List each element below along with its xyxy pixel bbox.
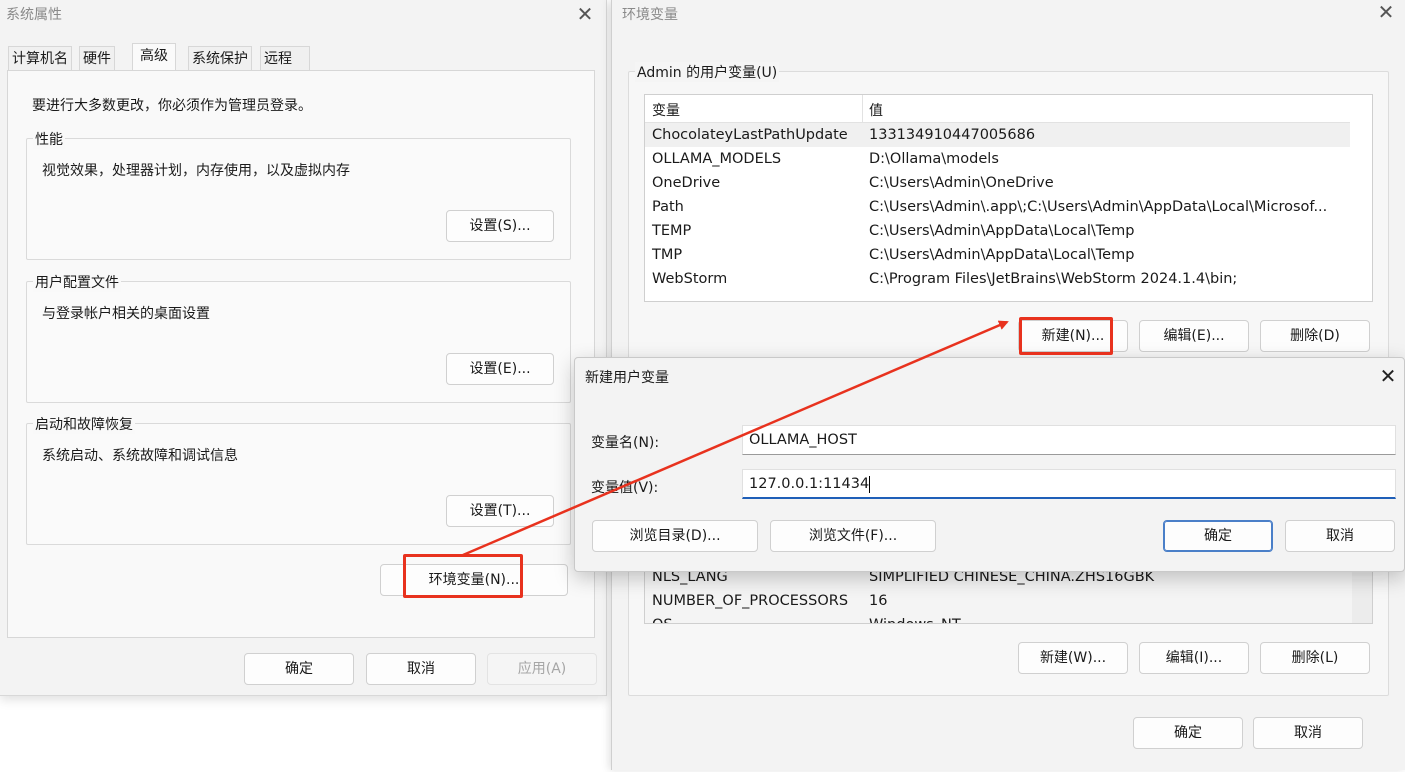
window-title: 环境变量 — [622, 7, 678, 23]
variable-name-label: 变量名(N): — [591, 435, 660, 451]
cancel-button[interactable]: 取消 — [1253, 717, 1363, 749]
startup-recovery-label: 启动和故障恢复 — [33, 414, 135, 434]
user-edit-button[interactable]: 编辑(E)... — [1139, 320, 1249, 352]
titlebar: 系统属性 ✕ — [0, 0, 606, 30]
tab-remote[interactable]: 远程 — [260, 46, 310, 70]
browse-directory-button[interactable]: 浏览目录(D)... — [592, 520, 758, 552]
tab-panel: 要进行大多数更改，你必须作为管理员登录。 视觉效果，处理器计划，内存使用，以及虚… — [7, 70, 595, 638]
tab-system-protection[interactable]: 系统保护 — [188, 46, 252, 70]
cancel-button[interactable]: 取消 — [366, 653, 476, 685]
user-profiles-label: 用户配置文件 — [33, 272, 121, 292]
table-row[interactable]: OLLAMA_MODELS D:\Ollama\models — [645, 147, 1372, 171]
apply-button[interactable]: 应用(A) — [487, 653, 597, 685]
startup-recovery-desc: 系统启动、系统故障和调试信息 — [42, 448, 238, 464]
startup-recovery-group: 系统启动、系统故障和调试信息 设置(T)... — [26, 423, 571, 545]
var-value: C:\Users\Admin\OneDrive — [869, 175, 1054, 191]
user-profiles-group: 与登录帐户相关的桌面设置 设置(E)... — [26, 281, 571, 403]
column-header-name[interactable]: 变量 — [652, 100, 680, 120]
system-delete-button[interactable]: 删除(L) — [1260, 642, 1370, 674]
var-name: OLLAMA_MODELS — [652, 151, 782, 167]
tab-advanced[interactable]: 高级 — [132, 43, 176, 71]
variable-name-field[interactable]: OLLAMA_HOST — [742, 425, 1396, 455]
performance-label: 性能 — [33, 129, 65, 149]
var-name: TEMP — [652, 223, 692, 239]
var-value: C:\Users\Admin\AppData\Local\Temp — [869, 223, 1135, 239]
var-value: Windows_NT — [869, 613, 1368, 623]
variable-value-text: 127.0.0.1:11434 — [749, 476, 870, 492]
user-variables-list[interactable]: 变量 值 ChocolateyLastPathUpdate 1331349104… — [644, 94, 1373, 302]
var-value: C:\Users\Admin\.app\;C:\Users\Admin\AppD… — [869, 199, 1328, 215]
ok-button[interactable]: 确定 — [244, 653, 354, 685]
system-new-button[interactable]: 新建(W)... — [1018, 642, 1128, 674]
var-name: OS — [652, 613, 673, 623]
var-name: OneDrive — [652, 175, 721, 191]
var-name: WebStorm — [652, 271, 728, 287]
close-icon[interactable]: ✕ — [1377, 2, 1395, 22]
user-delete-button[interactable]: 删除(D) — [1260, 320, 1370, 352]
ok-button[interactable]: 确定 — [1163, 520, 1273, 552]
list-header: 变量 值 — [645, 95, 1350, 123]
variable-value-label: 变量值(V): — [591, 480, 659, 496]
table-row[interactable]: WebStorm C:\Program Files\JetBrains\WebS… — [645, 267, 1372, 291]
highlight-new-button — [1019, 317, 1113, 355]
table-row[interactable]: OS Windows_NT — [645, 613, 1372, 623]
titlebar: 环境变量 ✕ — [612, 0, 1405, 30]
text-cursor — [869, 475, 871, 493]
var-value: C:\Users\Admin\AppData\Local\Temp — [869, 247, 1135, 263]
var-value: 133134910447005686 — [869, 127, 1036, 143]
var-name: ChocolateyLastPathUpdate — [652, 127, 848, 143]
dialog-title: 新建用户变量 — [585, 370, 669, 386]
column-divider — [862, 95, 863, 122]
tab-computer-name[interactable]: 计算机名 — [8, 46, 72, 70]
table-row[interactable]: NUMBER_OF_PROCESSORS 16 — [645, 589, 1372, 613]
var-value: 16 — [869, 593, 888, 609]
close-icon[interactable]: ✕ — [576, 4, 594, 24]
system-edit-button[interactable]: 编辑(I)... — [1139, 642, 1249, 674]
var-value: C:\Program Files\JetBrains\WebStorm 2024… — [869, 271, 1238, 287]
table-row[interactable]: Path C:\Users\Admin\.app\;C:\Users\Admin… — [645, 195, 1372, 219]
admin-note: 要进行大多数更改，你必须作为管理员登录。 — [32, 98, 312, 114]
performance-group: 视觉效果，处理器计划，内存使用，以及虚拟内存 设置(S)... — [26, 138, 571, 260]
table-row[interactable]: TMP C:\Users\Admin\AppData\Local\Temp — [645, 243, 1372, 267]
var-name: NUMBER_OF_PROCESSORS — [652, 593, 849, 609]
new-user-variable-dialog: 新建用户变量 ✕ 变量名(N): OLLAMA_HOST 变量值(V): 127… — [574, 357, 1405, 572]
table-row[interactable]: ChocolateyLastPathUpdate 133134910447005… — [645, 123, 1350, 147]
highlight-env-vars-button — [403, 554, 523, 598]
startup-recovery-settings-button[interactable]: 设置(T)... — [446, 495, 554, 527]
browse-file-button[interactable]: 浏览文件(F)... — [770, 520, 936, 552]
table-row[interactable]: OneDrive C:\Users\Admin\OneDrive — [645, 171, 1372, 195]
tab-hardware[interactable]: 硬件 — [79, 46, 115, 70]
table-row[interactable]: TEMP C:\Users\Admin\AppData\Local\Temp — [645, 219, 1372, 243]
ok-button[interactable]: 确定 — [1133, 717, 1243, 749]
cancel-button[interactable]: 取消 — [1285, 520, 1395, 552]
performance-desc: 视觉效果，处理器计划，内存使用，以及虚拟内存 — [42, 163, 350, 179]
user-profiles-desc: 与登录帐户相关的桌面设置 — [42, 306, 210, 322]
column-header-value[interactable]: 值 — [869, 100, 883, 120]
variable-value-field[interactable]: 127.0.0.1:11434 — [742, 469, 1396, 499]
close-icon[interactable]: ✕ — [1379, 366, 1397, 386]
window-title: 系统属性 — [6, 7, 62, 23]
var-name: TMP — [652, 247, 683, 263]
user-profiles-settings-button[interactable]: 设置(E)... — [446, 353, 554, 385]
var-name: Path — [652, 199, 684, 215]
var-value: D:\Ollama\models — [869, 151, 999, 167]
performance-settings-button[interactable]: 设置(S)... — [446, 210, 554, 242]
user-variables-label: Admin 的用户变量(U) — [635, 62, 780, 82]
